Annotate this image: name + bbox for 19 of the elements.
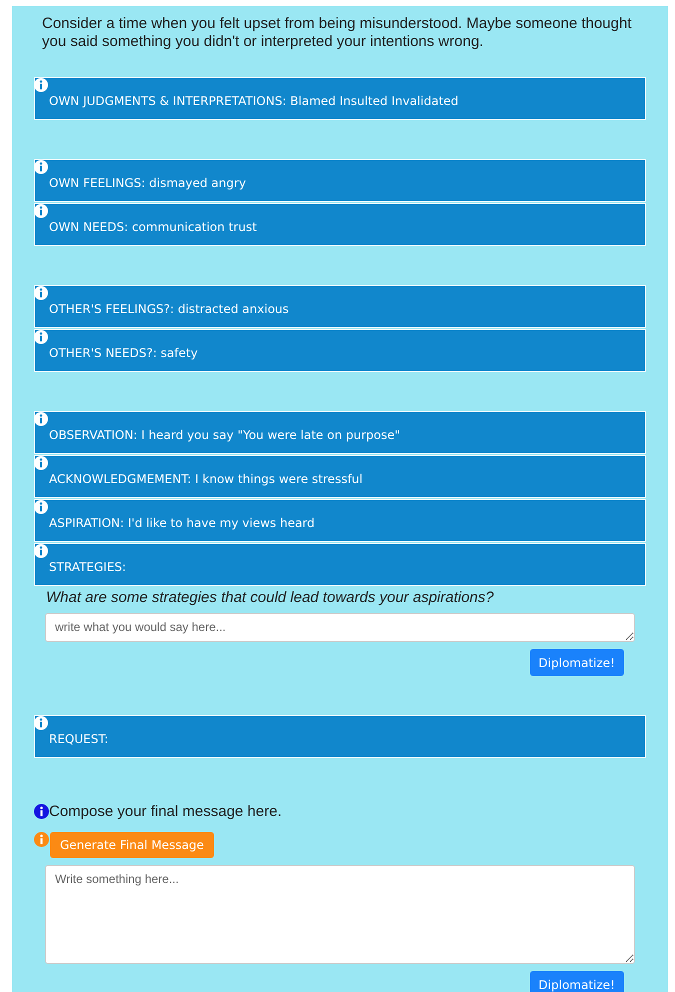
generate-button[interactable]: Generate Final Message	[50, 832, 214, 858]
section-label: OTHER'S NEEDS?: safety	[49, 346, 198, 360]
section-label: OWN JUDGMENTS & INTERPRETATIONS: Blamed Insulted Invalidated	[49, 94, 458, 108]
compose-heading: Compose your final message here.	[49, 803, 282, 820]
section-label: OTHER'S FEELINGS?: distracted anxious	[49, 302, 289, 316]
section-label: ACKNOWLEDGMEMENT: I know things were stressful	[49, 472, 363, 486]
input-field[interactable]: write what you would say here...	[45, 613, 635, 642]
diplomatize-button[interactable]: Diplomatize!	[530, 971, 624, 992]
strategy-question: What are some strategies that could lead towards your aspirations?	[46, 589, 495, 606]
message-field[interactable]: Write something here...	[45, 865, 635, 964]
section-label: ASPIRATION: I'd like to have my views heard	[49, 516, 315, 530]
section-label: STRATEGIES:	[49, 560, 126, 574]
diplomatize-button[interactable]: Diplomatize!	[530, 649, 624, 676]
section-label: OWN NEEDS: communication trust	[49, 220, 257, 234]
section-label: OWN FEELINGS: dismayed angry	[49, 176, 246, 190]
intro-text: Consider a time when you felt upset from being misunderstood. Maybe someone thought you said something you didn't or interpreted your intentions wrong.	[42, 15, 632, 51]
section-label: OBSERVATION: I heard you say "You were late on purpose"	[49, 428, 400, 442]
section-label: REQUEST:	[49, 732, 108, 746]
info-icon[interactable]	[34, 804, 49, 819]
